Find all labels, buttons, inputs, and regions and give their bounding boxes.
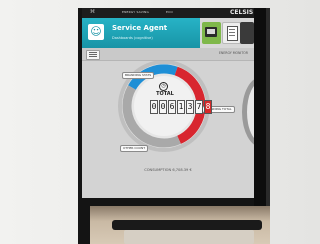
callout-top-left: BRANDING STATS [122,72,155,79]
status-strip: ⌘ ENERGY SAVING ECO CELSIS [82,8,254,18]
monitor-button[interactable] [202,22,221,44]
status-mid-text: ECO [166,10,173,14]
timer-icon: ◷ [159,82,168,91]
hamburger-menu-icon[interactable] [86,50,100,60]
touch-screen: ⌘ ENERGY SAVING ECO CELSIS ☺ Service Age… [82,8,254,198]
energy-dashboard: BRANDING STATS BRANDING TOTAL OTHER COUN… [82,61,254,198]
subbar-title: ENERGY MONITOR [218,51,248,55]
agent-title: Service Agent [112,24,168,32]
consumption-note: CONSUMPTION 6,708.39 € [144,168,192,172]
counter-digit: 1 [177,100,185,114]
monitor-icon [205,27,217,37]
sub-toolbar: ENERGY MONITOR [82,48,254,61]
agent-subtitle: Dashboards (cognitive) [112,36,153,40]
wifi-icon: ⌘ [90,9,95,15]
total-counter: 0 0 6 1 3 7 8 [150,100,212,114]
counter-digit: 0 [159,100,167,114]
counter-digit-last: 8 [204,100,212,114]
device-base-lip [112,220,262,230]
document-button[interactable] [222,22,241,44]
status-left-text: ENERGY SAVING [122,10,150,14]
counter-digit: 3 [186,100,194,114]
agent-icon: ☺ [88,24,104,40]
counter-digit: 7 [195,100,203,114]
device-base-plate [124,230,254,244]
user-button[interactable] [240,22,254,44]
total-gauge [118,61,210,152]
total-label: TOTAL [156,91,174,97]
counter-digit: 0 [150,100,158,114]
callout-bottom-left: OTHER COUNT [120,145,149,152]
service-agent-banner[interactable]: ☺ Service Agent Dashboards (cognitive) [82,18,200,48]
status-code: CELSIS [230,9,254,16]
counter-digit: 6 [168,100,176,114]
document-icon [227,26,238,41]
